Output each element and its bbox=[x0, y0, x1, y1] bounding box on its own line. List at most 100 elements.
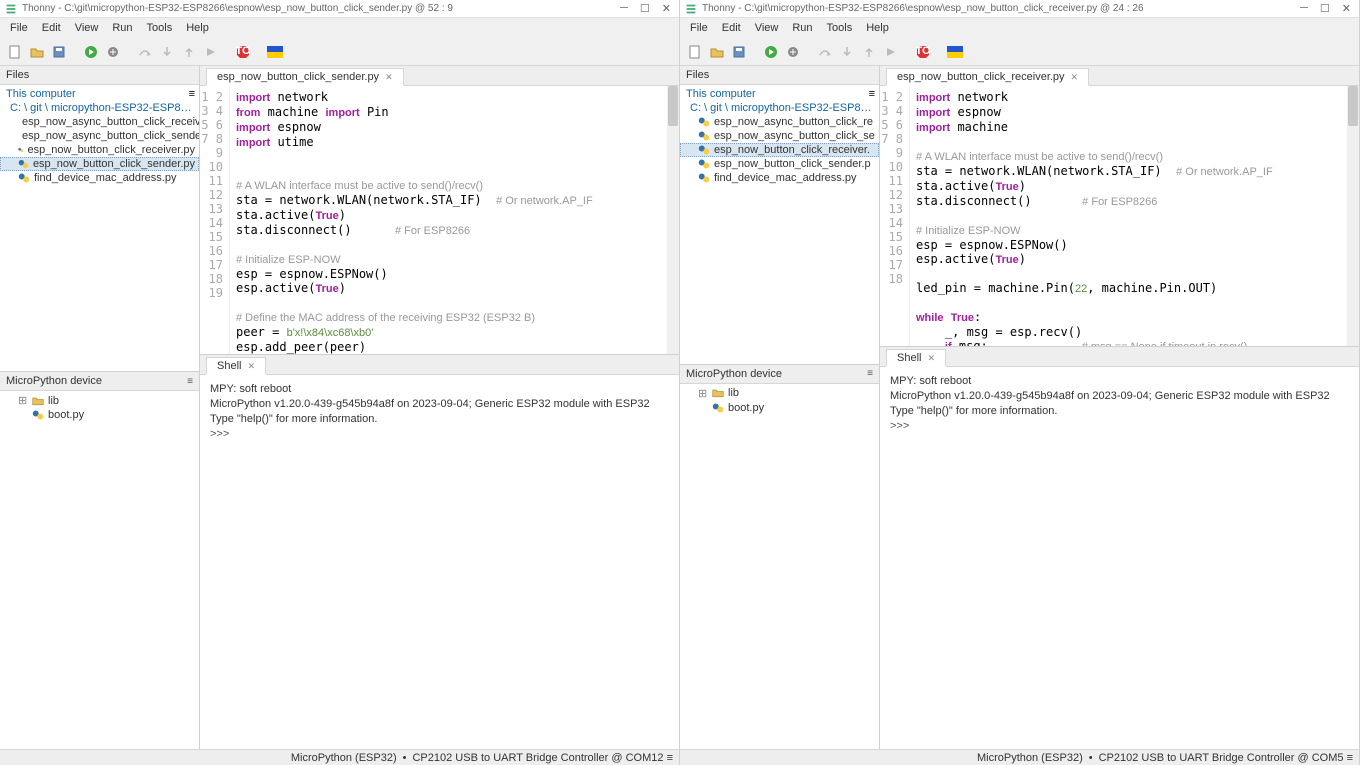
menu-view[interactable]: View bbox=[749, 20, 785, 36]
run-icon[interactable] bbox=[762, 43, 780, 61]
panel-menu-icon[interactable]: ≡ bbox=[869, 88, 875, 100]
new-file-icon[interactable] bbox=[6, 43, 24, 61]
run-icon[interactable] bbox=[82, 43, 100, 61]
maximize-icon[interactable]: ☐ bbox=[640, 2, 650, 15]
tree-root[interactable]: This computer bbox=[680, 87, 762, 101]
shell-panel: Shell ✕ MPY: soft reboot MicroPython v1.… bbox=[200, 354, 679, 749]
menu-tools[interactable]: Tools bbox=[821, 20, 859, 36]
code-area[interactable]: import network import espnow import mach… bbox=[910, 86, 1347, 346]
minimize-icon[interactable]: ─ bbox=[1300, 2, 1308, 15]
menu-file[interactable]: File bbox=[4, 20, 34, 36]
menu-run[interactable]: Run bbox=[786, 20, 818, 36]
tree-item[interactable]: find_device_mac_address.py bbox=[0, 171, 199, 185]
menu-help[interactable]: Help bbox=[860, 20, 895, 36]
save-file-icon[interactable] bbox=[730, 43, 748, 61]
editor-tab[interactable]: esp_now_button_click_receiver.py ✕ bbox=[886, 68, 1089, 86]
step-over-icon[interactable] bbox=[816, 43, 834, 61]
menu-tools[interactable]: Tools bbox=[141, 20, 179, 36]
menu-edit[interactable]: Edit bbox=[36, 20, 67, 36]
tree-item[interactable]: esp_now_async_button_click_se bbox=[680, 129, 879, 143]
shell-tab-bar: Shell ✕ bbox=[200, 355, 679, 375]
close-icon[interactable]: ✕ bbox=[662, 2, 671, 15]
stop-icon[interactable]: STOP bbox=[234, 43, 252, 61]
minimize-icon[interactable]: ─ bbox=[620, 2, 628, 15]
thonny-window-left: Thonny - C:\git\micropython-ESP32-ESP826… bbox=[0, 0, 680, 765]
statusbar: MicroPython (ESP32) • CP2102 USB to UART… bbox=[680, 749, 1359, 765]
panel-menu-icon[interactable]: ≡ bbox=[187, 376, 193, 387]
resume-icon[interactable] bbox=[882, 43, 900, 61]
debug-icon[interactable] bbox=[784, 43, 802, 61]
tree-item[interactable]: esp_now_async_button_click_re bbox=[680, 115, 879, 129]
step-into-icon[interactable] bbox=[838, 43, 856, 61]
tree-item[interactable]: ⊞ lib bbox=[0, 393, 199, 408]
step-over-icon[interactable] bbox=[136, 43, 154, 61]
tree-item[interactable]: ⊞ lib bbox=[680, 386, 879, 401]
maximize-icon[interactable]: ☐ bbox=[1320, 2, 1330, 15]
status-port[interactable]: CP2102 USB to UART Bridge Controller @ C… bbox=[1099, 752, 1353, 764]
stop-icon[interactable]: STOP bbox=[914, 43, 932, 61]
status-interpreter[interactable]: MicroPython (ESP32) bbox=[291, 752, 397, 764]
resume-icon[interactable] bbox=[202, 43, 220, 61]
step-out-icon[interactable] bbox=[180, 43, 198, 61]
editor-scrollbar[interactable] bbox=[667, 86, 679, 354]
menu-help[interactable]: Help bbox=[180, 20, 215, 36]
panel-menu-icon[interactable]: ≡ bbox=[867, 368, 873, 379]
tree-item[interactable]: boot.py bbox=[0, 408, 199, 422]
tree-item[interactable]: boot.py bbox=[680, 401, 879, 415]
open-file-icon[interactable] bbox=[28, 43, 46, 61]
menu-run[interactable]: Run bbox=[106, 20, 138, 36]
new-file-icon[interactable] bbox=[686, 43, 704, 61]
step-out-icon[interactable] bbox=[860, 43, 878, 61]
tree-item[interactable]: esp_now_button_click_receiver. bbox=[680, 143, 879, 157]
menu-edit[interactable]: Edit bbox=[716, 20, 747, 36]
close-tab-icon[interactable]: ✕ bbox=[385, 72, 393, 83]
menu-view[interactable]: View bbox=[69, 20, 105, 36]
status-port[interactable]: CP2102 USB to UART Bridge Controller @ C… bbox=[412, 752, 673, 764]
code-area[interactable]: import network from machine import Pin i… bbox=[230, 86, 667, 354]
close-tab-icon[interactable]: ✕ bbox=[927, 353, 935, 364]
editor-tab-bar: esp_now_button_click_sender.py ✕ bbox=[200, 66, 679, 86]
files-tree[interactable]: This computer ≡ C: \ git \ micropython-E… bbox=[0, 85, 199, 371]
code-editor[interactable]: 1 2 3 4 5 6 7 8 9 10 11 12 13 14 15 16 1… bbox=[200, 86, 679, 354]
shell-tab[interactable]: Shell ✕ bbox=[206, 357, 266, 375]
tree-path[interactable]: C: \ git \ micropython-ESP32-ESP8266 \ e… bbox=[680, 101, 879, 115]
close-tab-icon[interactable]: ✕ bbox=[247, 361, 255, 372]
svg-text:STOP: STOP bbox=[236, 45, 250, 57]
device-tree[interactable]: ⊞ libboot.py bbox=[0, 391, 199, 749]
window-title: Thonny - C:\git\micropython-ESP32-ESP826… bbox=[22, 3, 620, 14]
files-tree[interactable]: This computer ≡ C: \ git \ micropython-E… bbox=[680, 85, 879, 364]
tree-item[interactable]: esp_now_async_button_click_receiver.py bbox=[0, 115, 199, 129]
shell-body[interactable]: MPY: soft reboot MicroPython v1.20.0-439… bbox=[200, 375, 679, 749]
save-file-icon[interactable] bbox=[50, 43, 68, 61]
tree-root[interactable]: This computer bbox=[0, 87, 82, 101]
tree-item[interactable]: esp_now_button_click_sender.p bbox=[680, 157, 879, 171]
editor-scrollbar[interactable] bbox=[1347, 86, 1359, 346]
shell-tab-label: Shell bbox=[217, 360, 241, 372]
device-tree[interactable]: ⊞ libboot.py bbox=[680, 384, 879, 749]
close-tab-icon[interactable]: ✕ bbox=[1071, 72, 1079, 83]
thonny-window-right: Thonny - C:\git\micropython-ESP32-ESP826… bbox=[680, 0, 1360, 765]
editor-tab-label: esp_now_button_click_sender.py bbox=[217, 71, 379, 83]
editor-tab[interactable]: esp_now_button_click_sender.py ✕ bbox=[206, 68, 404, 86]
device-panel-header: MicroPython device ≡ bbox=[680, 365, 879, 384]
app-icon bbox=[4, 2, 18, 16]
flag-icon[interactable] bbox=[946, 43, 964, 61]
device-panel-title: MicroPython device bbox=[6, 375, 102, 387]
close-icon[interactable]: ✕ bbox=[1342, 2, 1351, 15]
tree-item[interactable]: esp_now_async_button_click_sender.py bbox=[0, 129, 199, 143]
svg-text:STOP: STOP bbox=[916, 45, 930, 57]
tree-item[interactable]: esp_now_button_click_sender.py bbox=[0, 157, 199, 171]
flag-icon[interactable] bbox=[266, 43, 284, 61]
tree-item[interactable]: find_device_mac_address.py bbox=[680, 171, 879, 185]
step-into-icon[interactable] bbox=[158, 43, 176, 61]
shell-tab[interactable]: Shell ✕ bbox=[886, 349, 946, 367]
shell-body[interactable]: MPY: soft reboot MicroPython v1.20.0-439… bbox=[880, 367, 1359, 749]
status-interpreter[interactable]: MicroPython (ESP32) bbox=[977, 752, 1083, 764]
open-file-icon[interactable] bbox=[708, 43, 726, 61]
tree-item[interactable]: esp_now_button_click_receiver.py bbox=[0, 143, 199, 157]
menu-file[interactable]: File bbox=[684, 20, 714, 36]
panel-menu-icon[interactable]: ≡ bbox=[189, 88, 195, 100]
code-editor[interactable]: 1 2 3 4 5 6 7 8 9 10 11 12 13 14 15 16 1… bbox=[880, 86, 1359, 346]
tree-path[interactable]: C: \ git \ micropython-ESP32-ESP8266 \ e… bbox=[0, 101, 199, 115]
debug-icon[interactable] bbox=[104, 43, 122, 61]
